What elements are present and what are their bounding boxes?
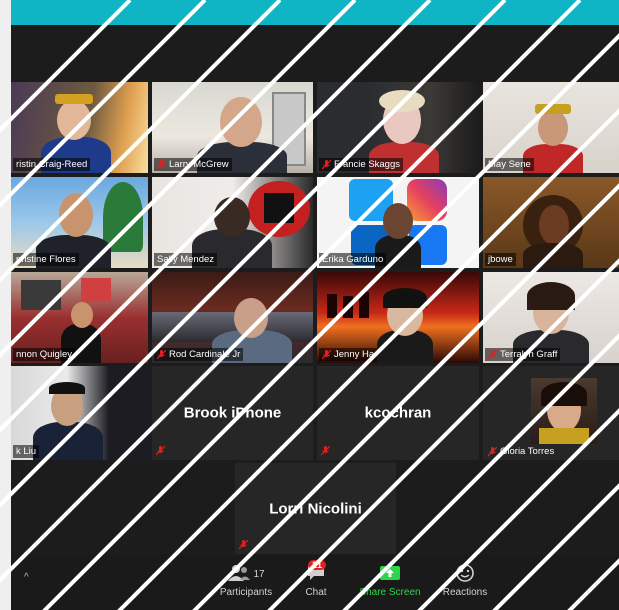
participants-button[interactable]: 17 Participants [211, 563, 281, 598]
participant-name-label: Francie Skaggs [319, 158, 404, 171]
participant-name: kcochran [364, 404, 432, 422]
reactions-label: Reactions [442, 587, 488, 598]
participant-name: Lorri Nicolini [269, 500, 362, 517]
share-screen-icon [379, 564, 401, 585]
chat-button[interactable]: 21 Chat [296, 560, 336, 598]
participant-name-label: nristine Flores [13, 253, 79, 266]
participants-label: Participants [219, 587, 273, 598]
participant-name-label: Terralyn Graff [485, 348, 561, 361]
video-tile[interactable]: Larry McGrew [152, 82, 313, 173]
video-tile[interactable]: May Sene [483, 82, 619, 173]
avatar-tile[interactable]: Gloria Torres [483, 366, 619, 460]
chevron-up-icon[interactable]: ^ [24, 572, 29, 583]
video-tile[interactable]: Erika Garduno [317, 177, 479, 268]
participant-name-label: nnon Quigley [13, 348, 75, 361]
share-screen-label: Share Screen [359, 587, 421, 598]
avatar [531, 378, 597, 444]
participants-count: 17 [253, 568, 265, 580]
muted-mic-icon [157, 159, 166, 170]
video-tile[interactable]: Rod Cardinale Jr [152, 272, 313, 363]
video-tile[interactable]: Jenny Ha [317, 272, 479, 363]
participant-name-label: k Liu [13, 445, 40, 458]
instagram-logo-icon [407, 179, 447, 221]
participant-name-label: May Sene [485, 158, 534, 171]
smiley-icon [455, 563, 475, 586]
muted-mic-icon [322, 349, 331, 360]
active-speaker-tile[interactable]: k Liu [11, 366, 151, 460]
participant-name-label: ristin Craig-Reed [13, 158, 91, 171]
muted-mic-icon [488, 446, 497, 457]
participant-name-label: Erika Garduno [319, 253, 387, 266]
participants-icon [227, 564, 251, 585]
name-only-tile[interactable]: Brook iPhone [152, 366, 313, 460]
muted-mic-icon [157, 349, 166, 360]
video-grid: ristin Craig-Reed Larry McGrew Francie S… [11, 25, 619, 555]
video-tile[interactable]: ristin Craig-Reed [11, 82, 148, 173]
share-screen-button[interactable]: Share Screen [355, 563, 425, 598]
meeting-toolbar: ^ 17 Participants 21 Chat Share Screen R… [11, 555, 619, 610]
video-tile[interactable]: nristine Flores [11, 177, 148, 268]
video-tile[interactable]: jbowe [483, 177, 619, 268]
muted-mic-icon [322, 159, 331, 170]
muted-mic-icon [321, 446, 330, 456]
top-bar [11, 0, 619, 25]
participant-name-label: jbowe [485, 253, 516, 266]
participant-name-label: Larry McGrew [154, 158, 232, 171]
participant-name-label: Rod Cardinale Jr [154, 348, 244, 361]
left-edge [0, 0, 11, 610]
muted-mic-icon [239, 540, 248, 550]
muted-mic-icon [156, 446, 165, 456]
muted-mic-icon [488, 349, 497, 360]
participant-name: Brook iPhone [183, 404, 282, 422]
video-tile[interactable]: Francie Skaggs [317, 82, 479, 173]
name-only-tile[interactable]: kcochran [317, 366, 479, 460]
participant-name-label: Jenny Ha [319, 348, 378, 361]
reactions-button[interactable]: Reactions [435, 563, 495, 598]
chat-label: Chat [305, 587, 327, 598]
participant-name-label: Gloria Torres [485, 445, 557, 458]
chat-badge: 21 [308, 560, 327, 570]
video-tile[interactable]: nnon Quigley [11, 272, 148, 363]
video-tile[interactable]: Sally Mendez [152, 177, 313, 268]
video-tile[interactable]: Terralyn Graff [483, 272, 619, 363]
name-only-tile[interactable]: Lorri Nicolini [235, 463, 396, 554]
participant-name-label: Sally Mendez [154, 253, 218, 266]
